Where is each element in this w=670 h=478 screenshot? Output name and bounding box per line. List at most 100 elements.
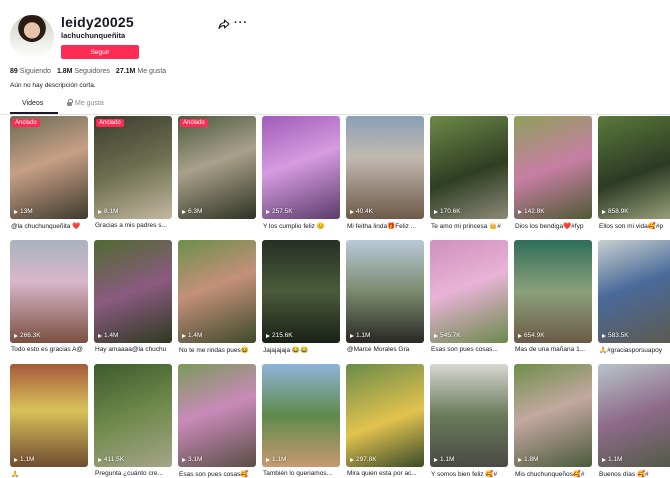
video-thumbnail[interactable]: 654.9K — [514, 240, 592, 343]
view-count-value: 142.8K — [524, 208, 545, 215]
more-options-icon[interactable]: ··· — [234, 17, 248, 29]
video-caption[interactable]: Hay amaaaa@la chuchu — [95, 346, 177, 353]
view-count: 13M — [14, 208, 33, 215]
video-caption[interactable]: Jajajajaja 😂😂 — [263, 346, 345, 354]
video-thumbnail[interactable]: 3.1M — [178, 364, 256, 467]
view-count-value: 1.1M — [440, 456, 455, 463]
video-thumbnail[interactable]: 858.9K — [598, 116, 670, 219]
view-count-value: 3.1M — [188, 456, 203, 463]
play-icon — [182, 457, 186, 462]
video-thumbnail[interactable]: 215.6K — [262, 240, 340, 343]
play-icon — [266, 457, 270, 462]
video-caption[interactable]: Dios los bendiga❤️#fyp — [515, 222, 597, 230]
play-icon — [518, 457, 522, 462]
view-count-value: 1.1M — [608, 456, 623, 463]
profile-stats: 89 Siguiendo 1.8M Seguidores 27.1M Me gusta — [10, 68, 166, 75]
video-thumbnail[interactable]: 1.1M — [598, 364, 670, 467]
stat-following[interactable]: 89 Siguiendo — [10, 68, 51, 75]
view-count-value: 13M — [20, 208, 33, 215]
video-thumbnail[interactable]: Anclado 6.3M — [178, 116, 256, 219]
play-icon — [14, 333, 18, 338]
video-caption[interactable]: Mi feitha linda🎁Feliz ... — [347, 222, 429, 230]
view-count: 1.1M — [434, 456, 454, 463]
video-thumbnail[interactable]: 1.4M — [178, 240, 256, 343]
view-count-value: 40.4K — [356, 208, 373, 215]
video-thumbnail[interactable]: 40.4K — [346, 116, 424, 219]
play-icon — [14, 209, 18, 214]
video-caption[interactable]: Y somos bien feliz 🥰# — [431, 470, 513, 478]
follow-button[interactable]: Seguir — [61, 45, 139, 59]
avatar[interactable] — [10, 15, 54, 59]
view-count: 1.1M — [602, 456, 622, 463]
view-count: 170.6K — [434, 208, 461, 215]
video-caption[interactable]: Mira quien esta por ac... — [347, 470, 429, 477]
video-thumbnail[interactable]: 1.1M — [262, 364, 340, 467]
stat-likes: 27.1M Me gusta — [115, 68, 167, 75]
video-caption[interactable]: Te amo mi princesa 👑# — [431, 222, 513, 230]
view-count-value: 257.5K — [272, 208, 293, 215]
view-count: 545.7K — [434, 332, 461, 339]
video-caption[interactable]: Mis chuchunqueños🥰# — [515, 470, 597, 478]
view-count: 297.8K — [350, 456, 377, 463]
play-icon — [182, 333, 186, 338]
play-icon — [266, 209, 270, 214]
video-thumbnail[interactable]: 1.8M — [514, 364, 592, 467]
play-icon — [518, 209, 522, 214]
video-thumbnail[interactable]: 170.6K — [430, 116, 508, 219]
video-thumbnail[interactable]: 411.5K — [94, 364, 172, 467]
video-caption[interactable]: @la chuchunqueñita ❤️ — [11, 222, 93, 230]
video-thumbnail[interactable]: 142.8K — [514, 116, 592, 219]
view-count-value: 266.3K — [20, 332, 41, 339]
view-count: 583.5K — [602, 332, 629, 339]
play-icon — [350, 333, 354, 338]
stat-followers[interactable]: 1.8M Seguidores — [57, 68, 110, 75]
video-caption[interactable]: Mas de una mañana 1... — [515, 346, 597, 353]
view-count: 266.3K — [14, 332, 41, 339]
video-caption[interactable]: Esas son pues cosas🥰 — [179, 470, 261, 478]
username: leidy20025 — [61, 14, 134, 30]
video-caption[interactable]: Pregunta ¿cuánto cre... — [95, 470, 177, 477]
video-caption[interactable]: Ellos son mi vida🥰#p — [599, 222, 670, 230]
view-count: 257.5K — [266, 208, 293, 215]
video-thumbnail[interactable]: 1.1M — [346, 240, 424, 343]
play-icon — [98, 457, 102, 462]
play-icon — [602, 209, 606, 214]
play-icon — [518, 333, 522, 338]
video-thumbnail[interactable]: 1.1M — [430, 364, 508, 467]
video-thumbnail[interactable]: Anclado 13M — [10, 116, 88, 219]
play-icon — [98, 209, 102, 214]
view-count-value: 297.8K — [356, 456, 377, 463]
video-thumbnail[interactable]: 257.5K — [262, 116, 340, 219]
video-caption[interactable]: Buenos días 🥰# — [599, 470, 670, 478]
video-caption[interactable]: @Marce Morales Gra — [347, 346, 429, 353]
tab-liked[interactable]: Me gusta — [67, 99, 104, 107]
video-caption[interactable]: Todo esto es gracias A@ — [11, 346, 93, 353]
video-caption[interactable]: Gracias a mis padres s... — [95, 222, 177, 229]
play-icon — [434, 333, 438, 338]
video-caption[interactable]: Y los cumplio feliz 😊 — [263, 222, 345, 230]
profile-tabs: Videos Me gusta — [0, 98, 670, 115]
video-caption[interactable]: No te me rindas pues😆 — [179, 346, 261, 354]
video-thumbnail[interactable]: 297.8K — [346, 364, 424, 467]
video-thumbnail[interactable]: Anclado 8.1M — [94, 116, 172, 219]
video-caption[interactable]: También lo queriamos... — [263, 470, 345, 477]
video-thumbnail[interactable]: 545.7K — [430, 240, 508, 343]
video-caption[interactable]: 🙏 — [11, 470, 93, 478]
view-count: 858.9K — [602, 208, 629, 215]
view-count: 1.4M — [98, 332, 118, 339]
view-count-value: 858.9K — [608, 208, 629, 215]
video-thumbnail[interactable]: 583.5K — [598, 240, 670, 343]
view-count-value: 1.1M — [356, 332, 371, 339]
video-thumbnail[interactable]: 266.3K — [10, 240, 88, 343]
share-icon[interactable] — [218, 18, 230, 30]
video-caption[interactable]: 🙏#graciasporsuapoy — [599, 346, 670, 354]
tab-videos[interactable]: Videos — [22, 100, 43, 107]
view-count-value: 1.1M — [272, 456, 287, 463]
video-thumbnail[interactable]: 1.4M — [94, 240, 172, 343]
pinned-badge: Anclado — [180, 119, 208, 127]
view-count: 1.1M — [266, 456, 286, 463]
view-count: 142.8K — [518, 208, 545, 215]
video-caption[interactable]: Esas son pues cosas... — [431, 346, 513, 353]
video-thumbnail[interactable]: 1.1M — [10, 364, 88, 467]
view-count-value: 170.6K — [440, 208, 461, 215]
